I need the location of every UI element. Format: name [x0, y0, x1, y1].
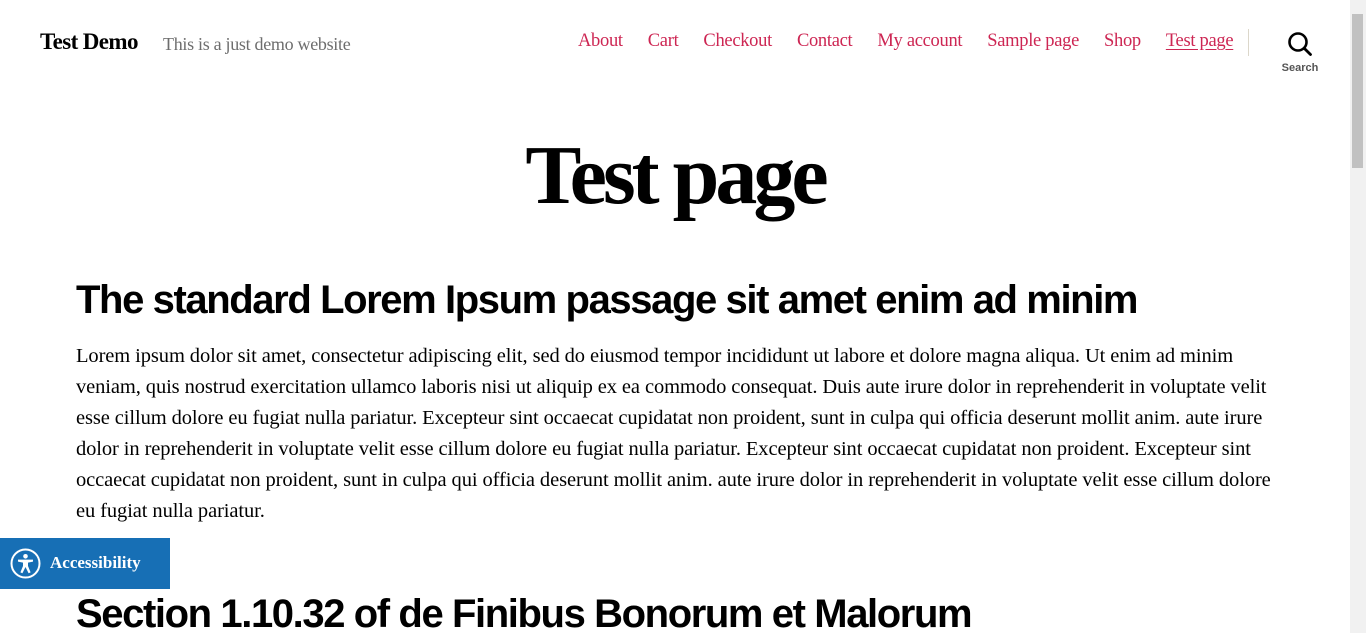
search-label: Search — [1281, 62, 1319, 74]
section-heading: The standard Lorem Ipsum passage sit ame… — [76, 278, 1138, 322]
primary-nav: About Cart Checkout Contact My account S… — [578, 28, 1234, 56]
nav-item-shop[interactable]: Shop — [1104, 28, 1141, 56]
nav-item-sample-page[interactable]: Sample page — [987, 28, 1079, 56]
search-toggle-button[interactable]: Search — [1276, 28, 1324, 80]
nav-item-my-account[interactable]: My account — [877, 28, 962, 56]
site-header: Test Demo This is a just demo website Ab… — [0, 0, 1350, 90]
site-title-link[interactable]: Test Demo — [40, 28, 138, 56]
page-title: Test page — [525, 129, 828, 222]
accessibility-icon — [10, 548, 41, 579]
section-body-text: Lorem ipsum dolor sit amet, consectetur … — [76, 345, 1271, 522]
site-description: This is a just demo website — [163, 34, 351, 54]
accessibility-button[interactable]: Accessibility — [0, 538, 170, 589]
accessibility-label: Accessibility — [50, 553, 141, 572]
search-icon — [1288, 32, 1312, 56]
page-scrollbar[interactable] — [1350, 0, 1366, 633]
nav-item-contact[interactable]: Contact — [797, 28, 853, 56]
nav-item-cart[interactable]: Cart — [648, 28, 679, 56]
nav-item-test-page[interactable]: Test page — [1166, 28, 1234, 56]
scrollbar-thumb[interactable] — [1352, 14, 1363, 168]
nav-item-about[interactable]: About — [578, 28, 623, 56]
nav-item-checkout[interactable]: Checkout — [703, 28, 772, 56]
header-divider — [1248, 29, 1249, 56]
section-heading: Section 1.10.32 of de Finibus Bonorum et… — [76, 592, 973, 636]
